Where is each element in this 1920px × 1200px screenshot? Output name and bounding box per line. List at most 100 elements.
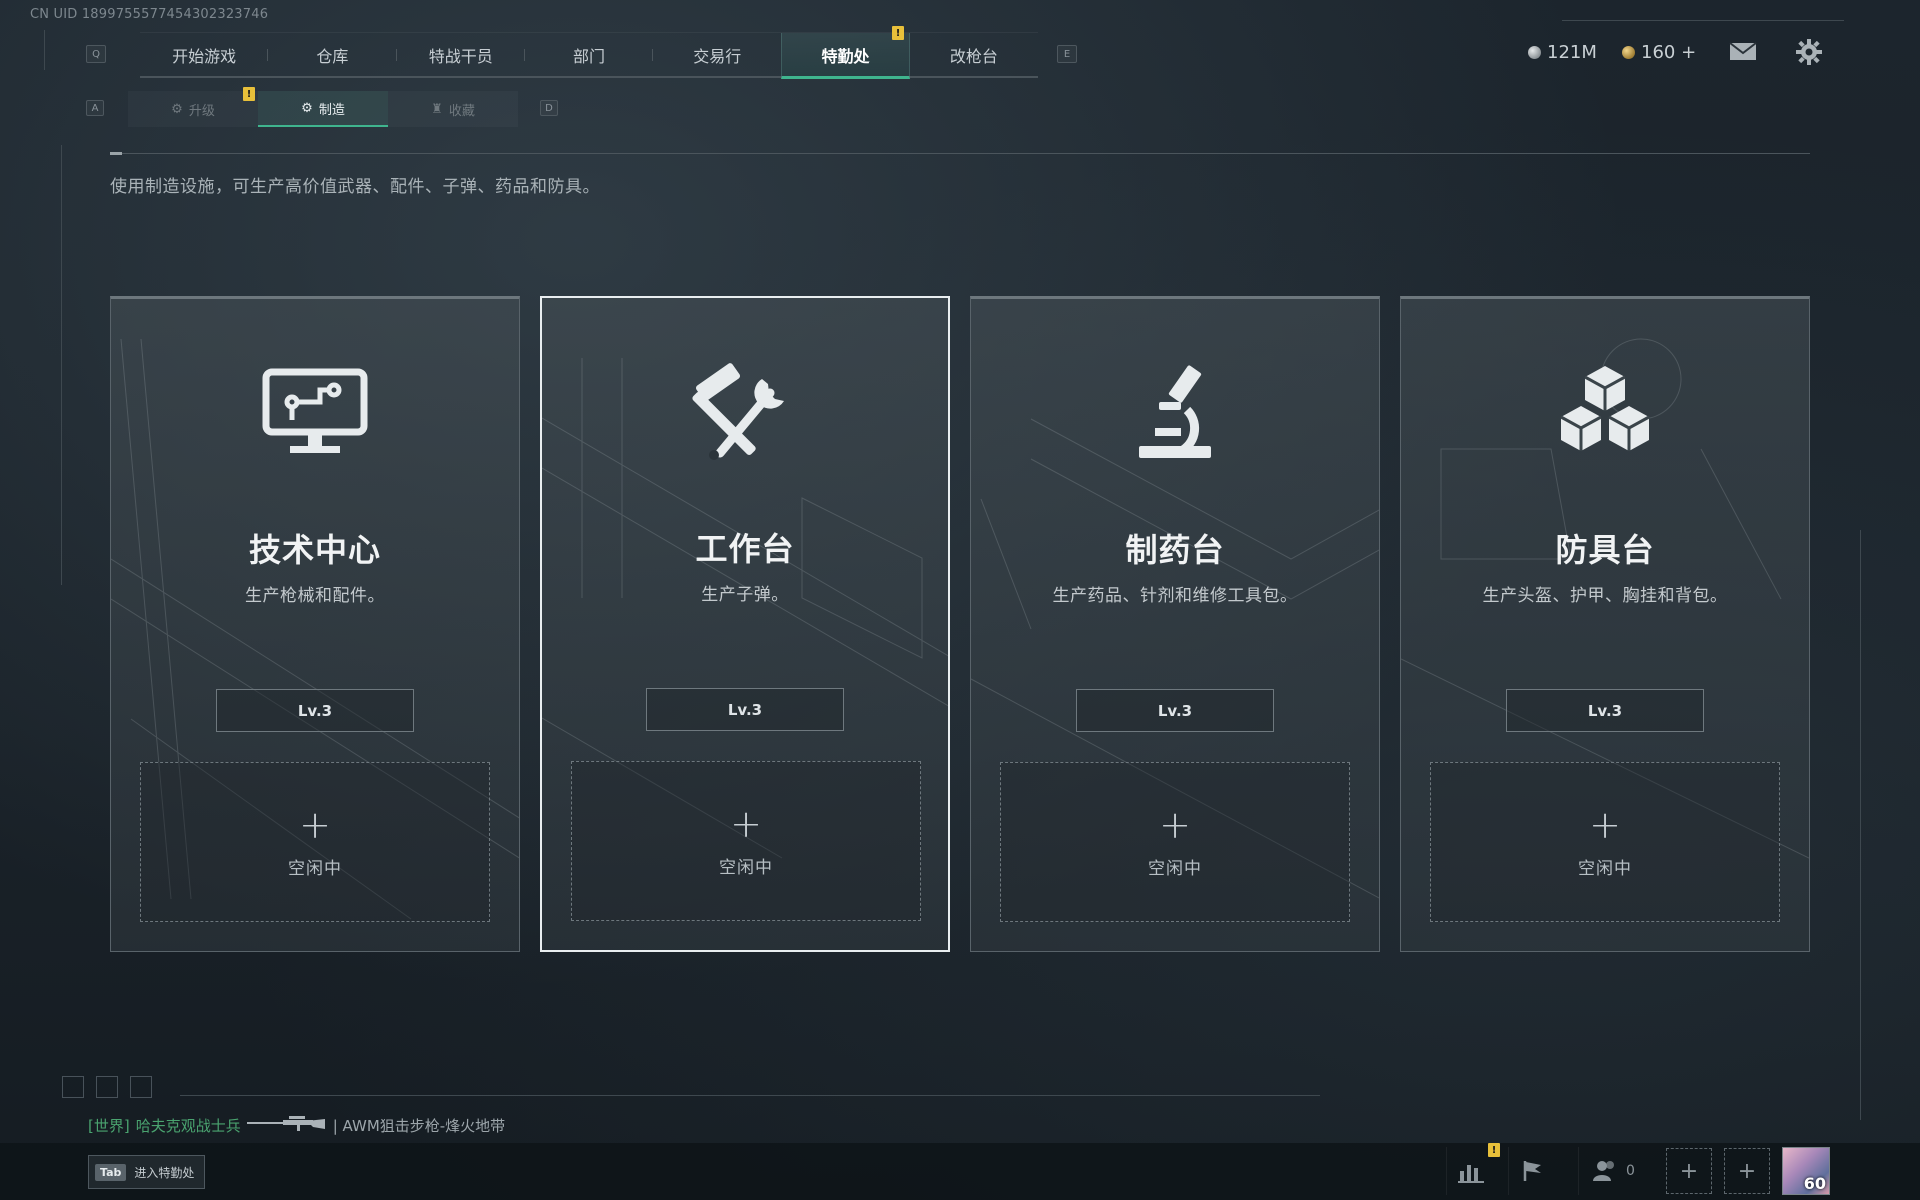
friends-button[interactable]: 0 [1578, 1147, 1648, 1195]
card-subtitle: 生产头盔、护甲、胸挂和背包。 [1482, 586, 1728, 606]
player-avatar[interactable]: 60 [1782, 1147, 1830, 1195]
card-level: Lv.3 [216, 689, 414, 732]
craft-slot-empty[interactable]: + 空闲中 [1430, 762, 1780, 922]
card-level: Lv.3 [1506, 689, 1704, 732]
slot-status: 空闲中 [719, 857, 773, 878]
slot-status: 空闲中 [1148, 858, 1202, 879]
craft-slot-empty[interactable]: + 空闲中 [1000, 762, 1350, 922]
computer-icon [255, 359, 375, 469]
microscope-icon [1115, 359, 1235, 469]
top-right-deco-line [1562, 20, 1844, 21]
nav-tab-label: 特勤处 [821, 46, 870, 66]
settings-gear-icon[interactable] [1795, 38, 1823, 66]
hammer-wrench-icon [685, 358, 805, 468]
mail-icon[interactable] [1728, 40, 1758, 62]
card-subtitle: 生产子弹。 [701, 585, 789, 605]
card-level: Lv.3 [646, 688, 844, 731]
friends-count: 0 [1626, 1163, 1635, 1179]
nav-tab-label: 仓库 [316, 47, 349, 66]
card-title: 制药台 [1125, 531, 1225, 569]
nav-tab-label: 部门 [572, 47, 605, 66]
subnav-prev-key-hint[interactable]: A [86, 100, 104, 116]
craft-slot-empty[interactable]: + 空闲中 [571, 761, 921, 921]
silver-coin-icon [1528, 46, 1541, 59]
player-uid: CN UID 1899755577454302323746 [30, 7, 269, 22]
nav-tab-market[interactable]: 交易行 [653, 33, 781, 77]
nav-tab-label: 特战干员 [428, 47, 493, 66]
collection-icon: ♜ [431, 101, 443, 117]
friends-icon [1593, 1161, 1615, 1181]
add-icon: + [1589, 802, 1621, 847]
nav-tab-label: 改枪台 [949, 47, 998, 66]
header-divider [110, 153, 1810, 154]
divider-tick [110, 152, 122, 155]
craft-slot-empty[interactable]: + 空闲中 [140, 762, 490, 922]
chat-item-link: | AWM狙击步枪-烽火地带 [332, 1116, 506, 1135]
subtab-collection[interactable]: ♜ 收藏 [388, 91, 518, 127]
right-deco-line [1860, 530, 1861, 1120]
tab-key-hint: Tab [95, 1163, 127, 1181]
gold-amount: 160 + [1641, 42, 1697, 63]
add-icon: + [299, 802, 331, 847]
card-level: Lv.3 [1076, 689, 1274, 732]
add-icon: + [730, 801, 762, 846]
player-level: 60 [1803, 1174, 1826, 1193]
sniper-rifle-icon [246, 1113, 327, 1137]
page-description: 使用制造设施，可生产高价值武器、配件、子弹、药品和防具。 [110, 177, 600, 197]
card-title: 工作台 [695, 530, 795, 568]
left-deco-line [61, 145, 62, 585]
chat-player-name: 哈夫克观战士兵 [135, 1116, 241, 1135]
add-icon: + [1159, 802, 1191, 847]
nav-next-key-hint[interactable]: E [1057, 45, 1077, 63]
subtab-label: 升级 [188, 103, 215, 119]
enter-special-ops-button[interactable]: Tab 进入特勤处 [88, 1155, 206, 1189]
subnav-warning-badge: ! [243, 87, 255, 101]
card-title: 技术中心 [248, 531, 381, 569]
nav-tab-operators[interactable]: 特战干员 [397, 33, 525, 77]
subnav-next-key-hint[interactable]: D [540, 100, 558, 116]
mini-square-1 [62, 1076, 84, 1098]
nav-tab-special-ops[interactable]: 特勤处 [781, 33, 910, 79]
gold-coin-icon [1622, 46, 1635, 59]
card-title: 防具台 [1555, 531, 1655, 569]
sub-nav: ⚙ 升级 ⚙ 制造 ♜ 收藏 [128, 91, 518, 127]
subtab-label: 收藏 [448, 103, 475, 119]
subtab-upgrade[interactable]: ⚙ 升级 [128, 91, 258, 127]
chat-channel: [世界] [88, 1116, 130, 1135]
bottom-deco-line [180, 1095, 1320, 1096]
left-deco-tick [44, 30, 45, 70]
card-subtitle: 生产枪械和配件。 [245, 586, 385, 606]
upgrade-icon: ⚙ [171, 101, 183, 117]
boxes-icon [1545, 359, 1665, 469]
flag-icon[interactable] [1508, 1147, 1556, 1195]
slot-status: 空闲中 [288, 858, 342, 879]
world-chat-message[interactable]: [世界] 哈夫克观战士兵 | AWM狙击步枪-烽火地带 [88, 1113, 505, 1137]
facility-card-tech-center[interactable]: 技术中心 生产枪械和配件。 Lv.3 + 空闲中 [110, 296, 520, 952]
stats-warning-badge: ! [1488, 1143, 1500, 1157]
facility-card-pharmacy[interactable]: 制药台 生产药品、针剂和维修工具包。 Lv.3 + 空闲中 [970, 296, 1380, 952]
nav-tab-gunsmith[interactable]: 改枪台 [910, 33, 1038, 77]
silver-amount: 121M [1547, 42, 1597, 63]
nav-tab-warehouse[interactable]: 仓库 [268, 33, 397, 77]
add-slot-button-1[interactable]: + [1666, 1148, 1712, 1194]
nav-tab-label: 开始游戏 [172, 47, 237, 66]
mini-square-3 [130, 1076, 152, 1098]
stats-chart-icon[interactable] [1446, 1147, 1494, 1195]
silver-currency[interactable]: 121M [1528, 42, 1597, 63]
craft-gear-icon: ⚙ [301, 100, 313, 116]
enter-special-ops-label: 进入特勤处 [134, 1165, 195, 1180]
gold-currency[interactable]: 160 + [1622, 42, 1696, 63]
card-subtitle: 生产药品、针剂和维修工具包。 [1052, 586, 1298, 606]
nav-tab-department[interactable]: 部门 [525, 33, 654, 77]
subtab-label: 制造 [318, 102, 345, 118]
facility-card-workbench[interactable]: 工作台 生产子弹。 Lv.3 + 空闲中 [540, 296, 950, 952]
nav-tab-label: 交易行 [693, 47, 742, 66]
nav-warning-badge: ! [892, 26, 904, 40]
facility-card-armor-bench[interactable]: 防具台 生产头盔、护甲、胸挂和背包。 Lv.3 + 空闲中 [1400, 296, 1810, 952]
nav-prev-key-hint[interactable]: Q [86, 45, 106, 63]
slot-status: 空闲中 [1578, 858, 1632, 879]
nav-tab-start-game[interactable]: 开始游戏 [140, 33, 269, 77]
subtab-craft[interactable]: ⚙ 制造 [258, 91, 388, 127]
add-slot-button-2[interactable]: + [1724, 1148, 1770, 1194]
mini-square-2 [96, 1076, 118, 1098]
